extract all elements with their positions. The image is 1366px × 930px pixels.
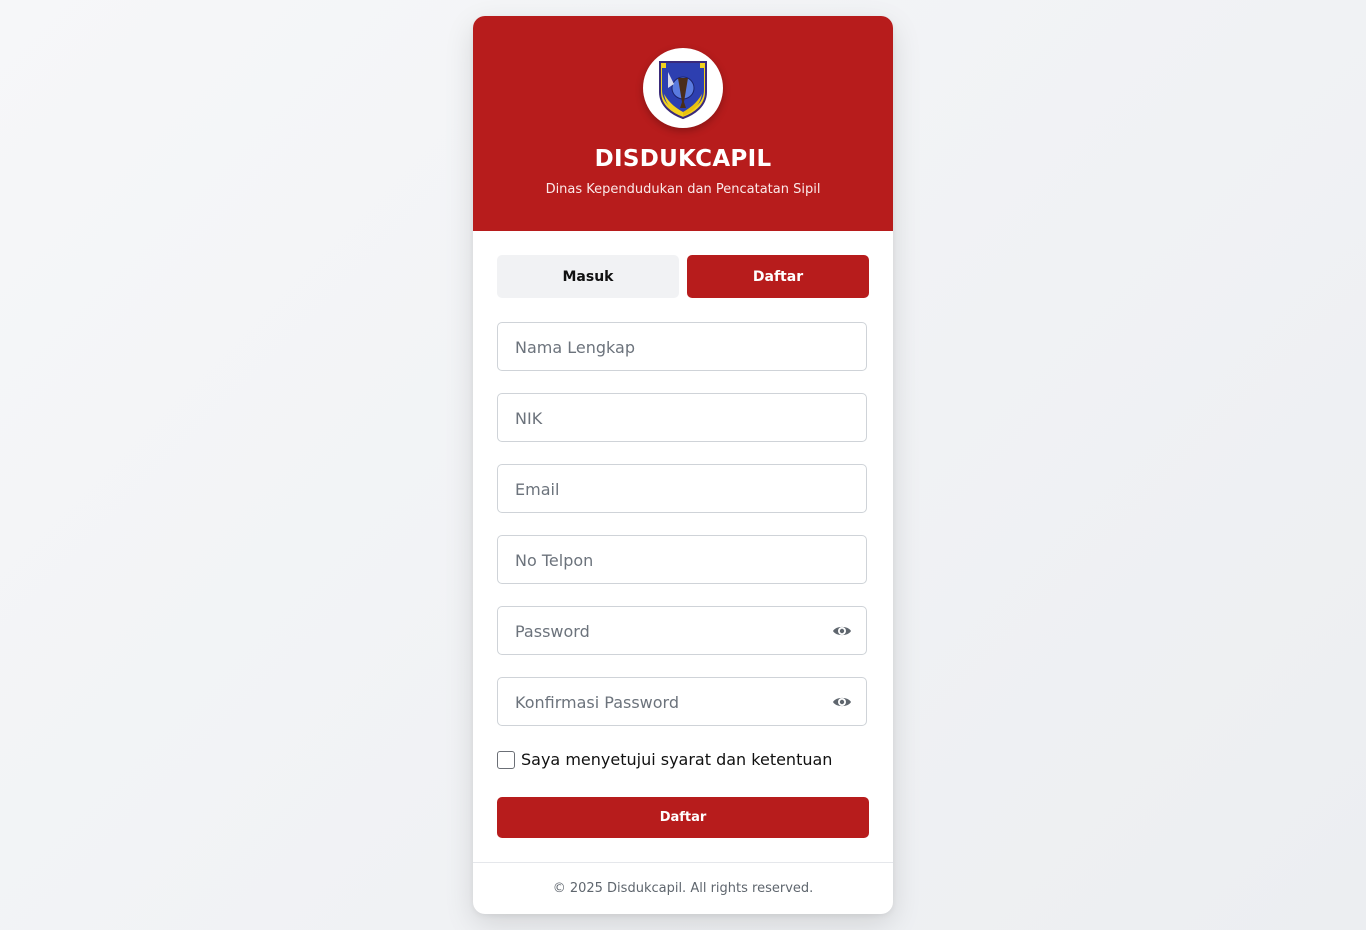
- tab-daftar[interactable]: Daftar: [687, 255, 869, 298]
- copyright-text: © 2025 Disdukcapil. All rights reserved.: [552, 881, 814, 896]
- nik-field: [497, 393, 867, 443]
- full-name-field: [497, 322, 867, 372]
- tab-masuk[interactable]: Masuk: [497, 255, 679, 298]
- phone-field: [497, 535, 867, 585]
- phone-input[interactable]: [513, 536, 817, 585]
- terms-row: Saya menyetujui syarat dan ketentuan: [497, 750, 867, 769]
- app-subtitle: Dinas Kependudukan dan Pencatatan Sipil: [545, 182, 821, 197]
- confirm-password-input[interactable]: [513, 678, 817, 727]
- email-field: [497, 464, 867, 514]
- logo: [643, 48, 723, 128]
- email-input[interactable]: [513, 465, 817, 514]
- emblem-icon: [659, 61, 707, 120]
- footer-divider: [473, 862, 893, 863]
- terms-label[interactable]: Saya menyetujui syarat dan ketentuan: [521, 750, 832, 769]
- password-input[interactable]: [513, 607, 817, 656]
- full-name-input[interactable]: [513, 323, 817, 372]
- register-button[interactable]: Daftar: [497, 797, 869, 838]
- app-title: DISDUKCAPIL: [594, 146, 772, 172]
- confirm-password-field: [497, 677, 867, 727]
- eye-icon[interactable]: [832, 694, 852, 710]
- auth-card: DISDUKCAPIL Dinas Kependudukan dan Penca…: [473, 16, 893, 914]
- terms-checkbox[interactable]: [497, 751, 515, 769]
- password-field: [497, 606, 867, 656]
- nik-input[interactable]: [513, 394, 817, 443]
- eye-icon[interactable]: [832, 623, 852, 639]
- card-header: DISDUKCAPIL Dinas Kependudukan dan Penca…: [473, 16, 893, 231]
